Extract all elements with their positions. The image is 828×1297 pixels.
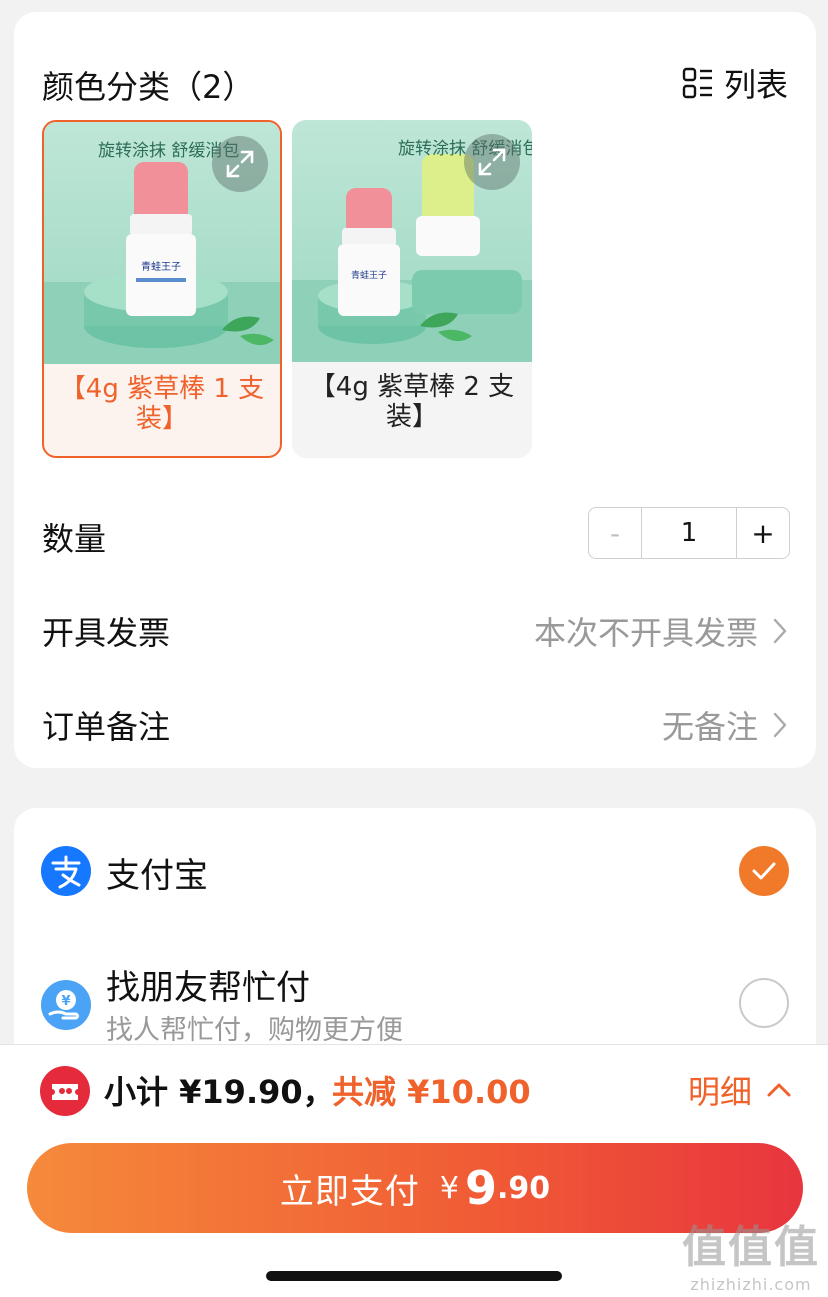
spec-card: 颜色分类（2） 列表 青蛙王子 旋转涂抹 舒缓消包 【4g 紫草棒 1 支装】 … [14, 12, 816, 768]
pay-now-label: 立即支付 [279, 1171, 420, 1212]
detail-label: 明细 [687, 1073, 752, 1111]
payment-method-name: 支付宝 [106, 856, 208, 896]
list-view-icon [682, 67, 714, 99]
checkout-bar: 小计 ¥19.90， 共减 ¥10.00 明细 立即支付 ¥ 9 .90 值值值… [0, 1044, 828, 1297]
chevron-up-icon [767, 1083, 791, 1097]
sku-label: 【4g 紫草棒 1 支装】 [59, 374, 265, 434]
svg-text:¥: ¥ [61, 994, 70, 1009]
friend-pay-icon: ¥ [41, 980, 91, 1034]
subtotal-text: 小计 ¥19.90， [104, 1073, 335, 1111]
sku-label: 【4g 紫草棒 2 支装】 [309, 372, 515, 432]
remark-label: 订单备注 [42, 708, 171, 746]
sku-image: 青蛙王子 旋转涂抹 舒缓消包 [292, 120, 532, 362]
pay-amount-integer: 9 [464, 1161, 497, 1215]
list-view-toggle[interactable]: 列表 [682, 60, 788, 106]
coupon-icon [40, 1066, 90, 1116]
sku-option-2[interactable]: 青蛙王子 旋转涂抹 舒缓消包 【4g 紫草棒 2 支装】 [292, 120, 532, 458]
list-view-label: 列表 [723, 66, 788, 104]
remark-row[interactable]: 无备注 [662, 702, 788, 748]
chevron-right-icon [773, 618, 787, 644]
quantity-decrease-button[interactable]: - [589, 508, 641, 558]
svg-text:青蛙王子: 青蛙王子 [351, 269, 387, 281]
quantity-label: 数量 [42, 520, 107, 558]
quantity-increase-button[interactable]: + [737, 508, 789, 558]
price-detail-toggle[interactable]: 明细 [688, 1067, 792, 1113]
svg-text:青蛙王子: 青蛙王子 [141, 260, 181, 273]
expand-image-button[interactable] [212, 136, 268, 192]
sku-option-1[interactable]: 青蛙王子 旋转涂抹 舒缓消包 【4g 紫草棒 1 支装】 [42, 120, 282, 458]
watermark: 值值值 zhizhizhi.com [682, 1211, 820, 1294]
expand-image-button[interactable] [464, 134, 520, 190]
alipay-icon [41, 846, 91, 900]
watermark-main: 值值值 [682, 1222, 820, 1273]
watermark-sub: zhizhizhi.com [690, 1275, 812, 1294]
quantity-stepper: - 1 + [588, 507, 790, 559]
remark-value: 无备注 [661, 708, 758, 746]
payment-methods-card: 支付宝 ¥ 找朋友帮忙付 找人帮忙付，购物更方便 [14, 808, 816, 1068]
expand-icon [478, 148, 506, 176]
expand-icon [226, 150, 254, 178]
invoice-value: 本次不开具发票 [533, 614, 758, 652]
radio-unchecked-icon[interactable] [739, 978, 789, 1028]
radio-checked-icon[interactable] [739, 846, 789, 896]
payment-method-subtitle: 找人帮忙付，购物更方便 [106, 1015, 403, 1046]
home-indicator[interactable] [266, 1271, 562, 1281]
spec-title: 颜色分类（2） [42, 68, 255, 106]
pay-amount-decimal: .90 [496, 1170, 551, 1206]
chevron-right-icon [773, 712, 787, 738]
payment-method-name: 找朋友帮忙付 [106, 968, 310, 1008]
invoice-row[interactable]: 本次不开具发票 [534, 608, 788, 654]
pay-currency: ¥ [439, 1170, 459, 1206]
discount-text: 共减 ¥10.00 [332, 1073, 531, 1111]
quantity-value[interactable]: 1 [641, 508, 737, 558]
sku-image: 青蛙王子 旋转涂抹 舒缓消包 [44, 122, 280, 364]
invoice-label: 开具发票 [42, 614, 171, 652]
